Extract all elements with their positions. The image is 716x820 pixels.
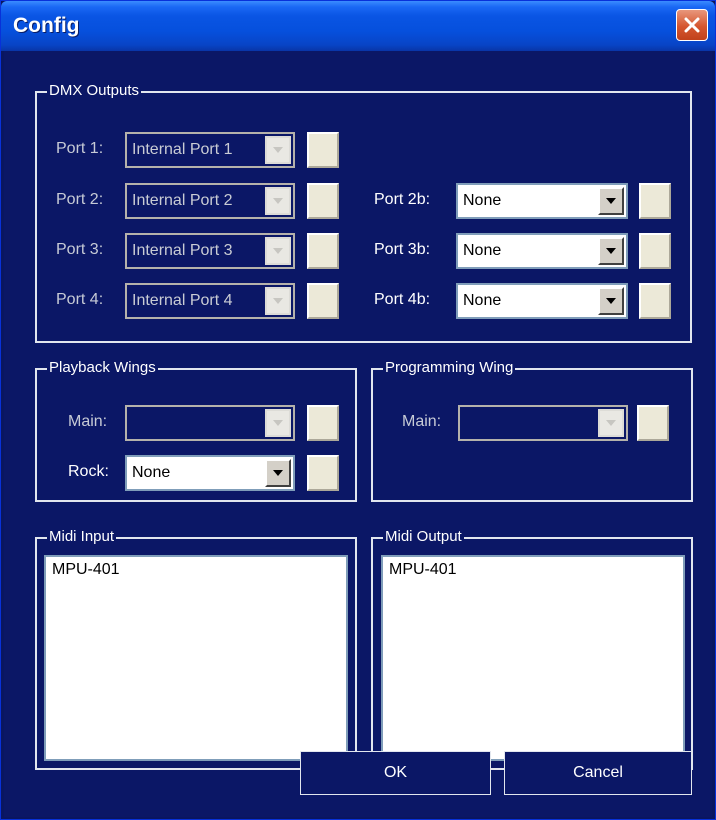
title-bar[interactable]: Config [1,1,715,51]
group-title-programming: Programming Wing [383,359,516,377]
port-3-config-button[interactable] [307,233,339,269]
playback-rock-label: Rock: [68,463,109,480]
port-4-label: Port 4: [56,291,104,308]
port-4-value: Internal Port 4 [132,292,233,309]
chevron-down-icon[interactable] [265,459,291,487]
dialog-client: DMX Outputs Port 1: Internal Port 1 Port… [4,51,712,817]
group-title-dmx: DMX Outputs [47,82,142,100]
close-button[interactable] [676,9,708,41]
port-2b-label: Port 2b: [374,191,431,208]
port-1-select[interactable]: Internal Port 1 [125,132,295,168]
port-3-value: Internal Port 3 [132,242,233,259]
port-3-label: Port 3: [56,241,104,258]
programming-main-select[interactable] [458,405,628,441]
port-2b-value: None [463,192,502,209]
port-1-value: Internal Port 1 [132,141,233,158]
playback-rock-config-button[interactable] [307,455,339,491]
port-3b-select[interactable]: None [456,233,628,269]
programming-wing-group: Programming Wing Main: [371,359,693,502]
port-4b-label: Port 4b: [374,291,431,308]
chevron-down-icon[interactable] [265,237,291,265]
midi-output-group: Midi Output MPU-401 [371,528,693,770]
chevron-down-icon[interactable] [598,409,624,437]
port-3b-label: Port 3b: [374,241,431,258]
dmx-outputs-group: DMX Outputs Port 1: Internal Port 1 Port… [35,82,692,343]
playback-main-select[interactable] [125,405,295,441]
window-title: Config [13,14,80,37]
chevron-down-icon[interactable] [598,187,624,215]
port-2b-select[interactable]: None [456,183,628,219]
ok-button[interactable]: OK [300,751,491,795]
programming-main-config-button[interactable] [637,405,669,441]
port-2-select[interactable]: Internal Port 2 [125,183,295,219]
config-dialog: Config DMX Outputs Port 1: Internal Port… [0,0,716,820]
port-4b-select[interactable]: None [456,283,628,319]
port-2b-config-button[interactable] [639,183,671,219]
chevron-down-icon[interactable] [265,409,291,437]
port-1-config-button[interactable] [307,132,339,168]
chevron-down-icon[interactable] [265,287,291,315]
chevron-down-icon[interactable] [598,237,624,265]
port-1-label: Port 1: [56,140,104,157]
programming-main-label: Main: [402,413,442,430]
port-4-select[interactable]: Internal Port 4 [125,283,295,319]
group-title-midi-input: Midi Input [47,528,117,546]
chevron-down-icon[interactable] [265,187,291,215]
port-3-select[interactable]: Internal Port 3 [125,233,295,269]
port-4b-config-button[interactable] [639,283,671,319]
close-icon [684,17,700,33]
chevron-down-icon[interactable] [598,287,624,315]
port-4b-value: None [463,292,502,309]
playback-rock-value: None [132,464,171,481]
midi-input-group: Midi Input MPU-401 [35,528,357,770]
port-3b-value: None [463,242,502,259]
list-item[interactable]: MPU-401 [52,561,120,579]
port-2-value: Internal Port 2 [132,192,233,209]
port-3b-config-button[interactable] [639,233,671,269]
playback-main-config-button[interactable] [307,405,339,441]
playback-rock-select[interactable]: None [125,455,295,491]
port-2-label: Port 2: [56,191,104,208]
midi-input-list[interactable]: MPU-401 [44,555,348,761]
midi-output-list[interactable]: MPU-401 [381,555,685,761]
group-title-playback: Playback Wings [47,359,158,377]
group-title-midi-output: Midi Output [383,528,464,546]
playback-main-label: Main: [68,413,108,430]
port-4-config-button[interactable] [307,283,339,319]
port-2-config-button[interactable] [307,183,339,219]
list-item[interactable]: MPU-401 [389,561,457,579]
chevron-down-icon[interactable] [265,136,291,164]
playback-wings-group: Playback Wings Main: Rock: None [35,359,357,502]
cancel-button[interactable]: Cancel [504,751,692,795]
